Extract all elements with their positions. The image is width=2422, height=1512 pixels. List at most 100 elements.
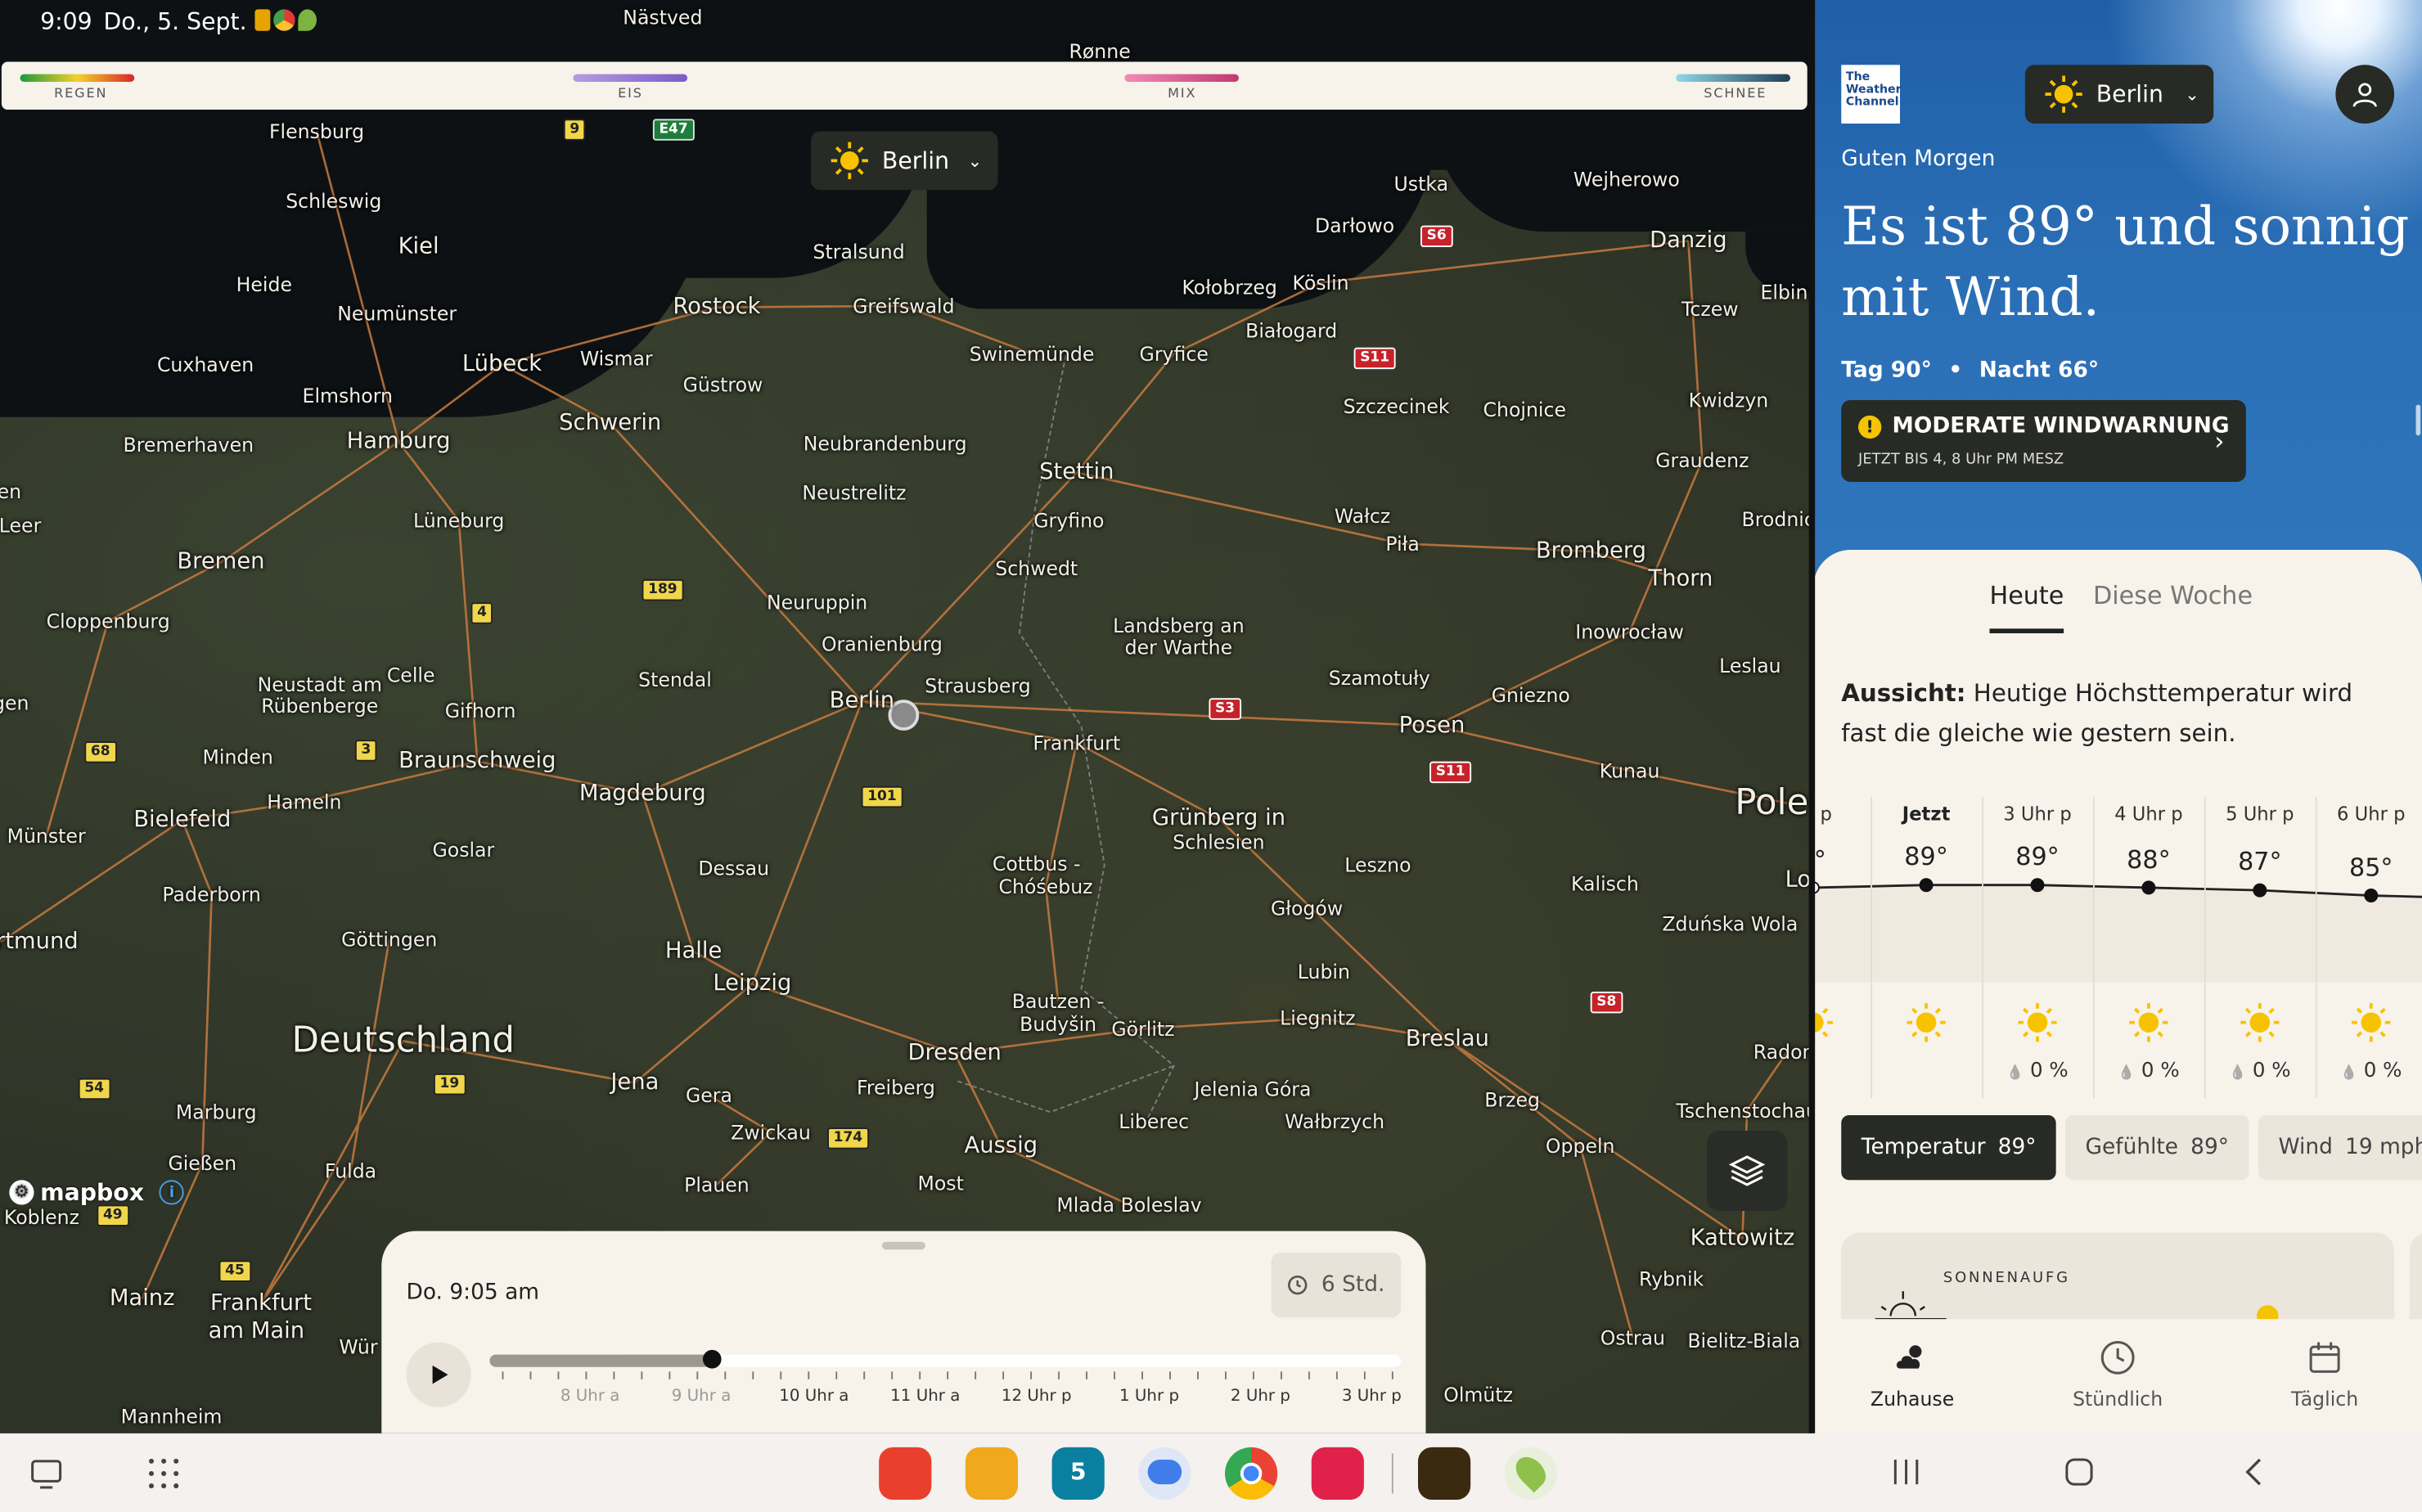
hour-temperature: ?°	[1813, 844, 1826, 874]
map-city-label: Schwedt	[995, 556, 1078, 580]
chevron-right-icon: ›	[2214, 426, 2225, 456]
game-app-icon[interactable]	[1418, 1447, 1471, 1501]
account-button[interactable]	[2335, 65, 2395, 124]
timeline-thumb[interactable]	[702, 1349, 722, 1369]
map-city-label: Neubrandenburg	[803, 431, 967, 455]
map-city-label: Lo	[1785, 867, 1812, 893]
road-shield: E47	[652, 119, 695, 141]
edge-handle[interactable]	[2415, 404, 2421, 436]
maps-app-icon[interactable]	[1504, 1447, 1557, 1501]
map-city-label: Gera	[686, 1083, 732, 1107]
nav-daily[interactable]: Täglich	[2248, 1338, 2402, 1411]
chrome-app-icon[interactable]	[1225, 1447, 1278, 1501]
drag-handle[interactable]	[881, 1241, 925, 1250]
map-city-label: Graudenz	[1655, 448, 1749, 472]
sticky-notes-app-icon[interactable]	[879, 1447, 932, 1501]
map-location-name: Berlin	[881, 146, 950, 175]
clock-icon	[2100, 1340, 2135, 1375]
hour-column[interactable]: 3 Uhr p 89° 💧 0 %	[1982, 797, 2093, 1091]
weather-channel-logo: The Weather Channel	[1841, 65, 1902, 124]
timeline-tick	[1058, 1371, 1060, 1379]
map-city-label: Darłowo	[1314, 214, 1395, 237]
map-city-label: Gniezno	[1491, 683, 1570, 707]
timeline-tick	[752, 1371, 754, 1379]
timeline-slider[interactable]	[489, 1349, 1402, 1369]
map-city-label: Jena	[610, 1070, 660, 1096]
hour-column[interactable]: Jetzt 89°	[1871, 797, 1982, 1091]
map-city-label: Stralsund	[813, 240, 905, 263]
time-range-button[interactable]: 6 Std.	[1271, 1253, 1402, 1318]
hour-column[interactable]: hr p ?°	[1813, 797, 1869, 1091]
map-city-label: Bremerhaven	[123, 433, 254, 457]
map-city-label: Schleswig	[286, 189, 382, 213]
hour-column[interactable]: 4 Uhr p 88° 💧 0 %	[2093, 797, 2204, 1091]
split-divider[interactable]	[1808, 0, 1816, 1433]
map-city-label: Berlin	[829, 688, 895, 714]
tab-this-week[interactable]: Diese Woche	[2093, 581, 2253, 610]
taskbar-divider	[1391, 1453, 1393, 1494]
map-city-label: Kalisch	[1570, 871, 1639, 895]
messages-app-icon[interactable]	[1138, 1447, 1191, 1501]
metric-chip-label: Gefühlte	[2085, 1135, 2179, 1160]
map-city-label: Brodnica	[1741, 507, 1814, 531]
timeline-tick	[1141, 1371, 1143, 1379]
map-city-label: Breslau	[1405, 1027, 1490, 1052]
timeline-date: Do. 9:05 am	[406, 1280, 540, 1306]
map-city-label: Schwerin	[559, 411, 662, 436]
map-city-label: Wür	[339, 1335, 378, 1359]
tab-today[interactable]: Heute	[1989, 581, 2064, 633]
metric-chip[interactable]: Gefühlte 89°	[2064, 1114, 2249, 1181]
nav-hourly[interactable]: Stündlich	[2041, 1338, 2195, 1411]
map-city-label: Kołobrzeg	[1182, 275, 1277, 299]
hour-column[interactable]: 5 Uhr p 87° 💧 0 %	[2204, 797, 2316, 1091]
hour-temperature: 89°	[1904, 841, 1948, 871]
hourly-forecast-strip[interactable]: hr p ?° Jetzt 89° 3 Uhr p 89° 💧 0 % 4 Uhr p 88° 💧 0…	[1813, 797, 2422, 1099]
files-app-icon[interactable]	[965, 1447, 1019, 1501]
chevron-down-icon: ⌄	[967, 151, 983, 171]
greeting: Guten Morgen	[1841, 146, 1996, 172]
metric-chip[interactable]: Temperatur 89°	[1841, 1114, 2057, 1181]
recents-button-icon[interactable]	[1891, 1456, 1922, 1487]
layers-button[interactable]	[1707, 1130, 1788, 1212]
sunrise-label: SONNENAUFG	[1943, 1269, 2070, 1287]
map-city-label: Most	[917, 1171, 964, 1195]
timeline-tick	[557, 1371, 560, 1379]
map-location-selector[interactable]: Berlin ⌄	[811, 131, 998, 191]
recent-apps-icon[interactable]	[29, 1456, 64, 1491]
outlook-label: Aussicht:	[1841, 679, 1966, 708]
panel-location-selector[interactable]: Berlin ⌄	[2024, 65, 2214, 124]
timeline-tick	[947, 1371, 949, 1379]
hour-column[interactable]: 6 Uhr p 85° 💧 0 %	[2316, 797, 2422, 1091]
map-city-label: Aussig	[964, 1133, 1038, 1159]
map-city-label: Neustrelitz	[802, 481, 907, 505]
info-icon[interactable]: i	[159, 1180, 185, 1205]
map-city-label: Liberec	[1119, 1109, 1190, 1133]
map-city-label: Mainz	[109, 1286, 175, 1312]
hour-label: 3 Uhr p	[2003, 803, 2072, 826]
wind-alert-card[interactable]: ! MODERATE WINDWARNUNG JETZT BIS 4, 8 Uh…	[1841, 399, 2246, 482]
map-city-label: Mannheim	[120, 1404, 223, 1429]
map-city-label: Landsberg an	[1113, 614, 1245, 637]
nav-home[interactable]: Zuhause	[1835, 1338, 1990, 1411]
back-button-icon[interactable]	[2240, 1456, 2271, 1487]
map-city-label: Strausberg	[925, 674, 1031, 698]
hour-precip-chance: 💧 0 %	[2316, 1060, 2422, 1082]
timeline-tick	[613, 1371, 615, 1379]
metric-chip[interactable]: Wind 19 mph	[2258, 1114, 2422, 1181]
radar-map[interactable]: Flensburg Schleswig Kiel Heide Neumünster Cux…	[0, 0, 1814, 1433]
metric-chip-value: 89°	[2190, 1135, 2230, 1160]
nav-daily-label: Täglich	[2291, 1387, 2359, 1411]
play-button[interactable]	[406, 1342, 471, 1407]
timeline-tick	[1280, 1371, 1282, 1379]
timeline-tick	[529, 1371, 532, 1379]
calendar-app-icon[interactable]: 5	[1051, 1447, 1105, 1501]
timeline-tick	[641, 1371, 643, 1379]
separator: •	[1948, 358, 1963, 384]
map-city-label: Elbing	[1760, 280, 1813, 304]
home-button-icon[interactable]	[2064, 1456, 2095, 1487]
camera-app-icon[interactable]	[1311, 1447, 1364, 1501]
timeline-tick	[669, 1371, 671, 1379]
map-city-label: Bromberg	[1535, 538, 1647, 565]
mapbox-logo: ⚙ mapbox i	[9, 1178, 185, 1206]
app-drawer-icon[interactable]	[146, 1456, 181, 1491]
